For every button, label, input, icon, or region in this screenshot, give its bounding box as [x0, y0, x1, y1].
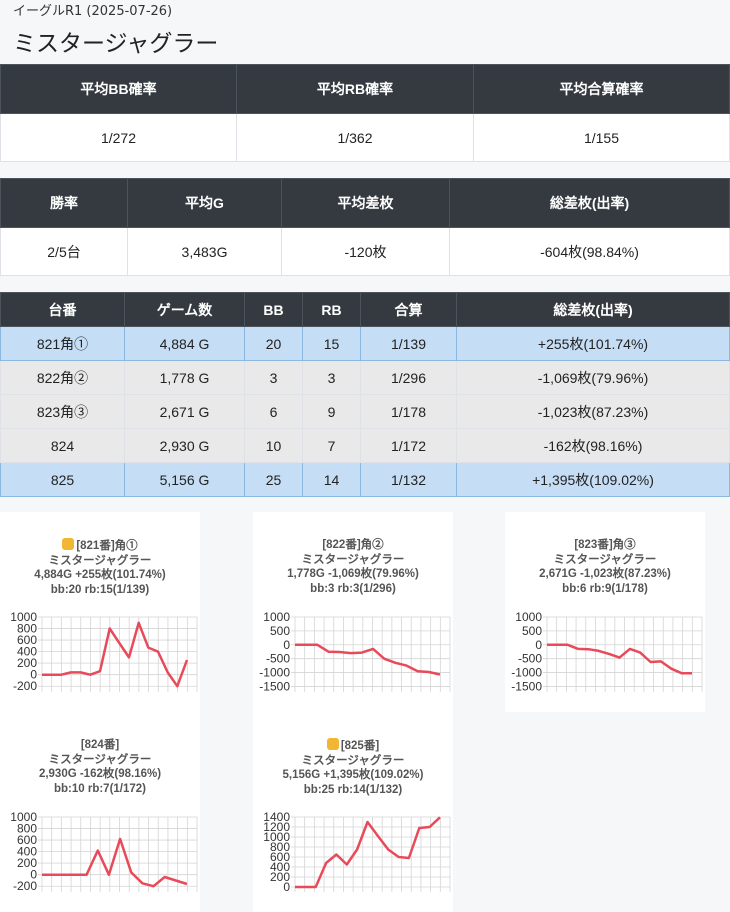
header-win-rate: 勝率	[0, 178, 128, 228]
machine-chart-card: [824番] ミスタージャグラー 2,930G -162枚(98.16%) bb:10…	[0, 712, 200, 912]
value-avg-total: 1/155	[473, 113, 730, 162]
cell-machine-no: 824	[0, 428, 125, 463]
cell-games: 4,884 G	[124, 326, 245, 361]
cell-rb: 7	[302, 428, 361, 463]
y-tick-label: 500	[270, 624, 290, 638]
profit-line-chart: 10005000-500-1000-1500	[259, 610, 451, 693]
y-tick-label: 500	[522, 624, 542, 638]
y-tick-label: -200	[13, 879, 37, 893]
profit-line-chart: 1400120010008006004002000	[263, 810, 451, 894]
cell-games: 1,778 G	[124, 360, 245, 395]
cell-games: 2,671 G	[124, 394, 245, 429]
table-row: 822角② 1,778 G 3 3 1/296 -1,069枚(79.96%)	[0, 360, 730, 395]
header-total-diff: 総差枚(出率)	[449, 178, 730, 228]
y-tick-label: 0	[535, 638, 542, 652]
col-total: 合算	[360, 292, 457, 327]
value-total-diff: -604枚(98.84%)	[449, 227, 730, 276]
series-line	[295, 816, 441, 889]
header-avg-bb: 平均BB確率	[0, 64, 237, 114]
table-row: 823角③ 2,671 G 6 9 1/178 -1,023枚(87.23%)	[0, 394, 730, 429]
cell-total-diff: +1,395枚(109.02%)	[456, 462, 730, 497]
y-tick-label: -1500	[259, 679, 290, 693]
cell-total: 1/178	[360, 394, 457, 429]
probability-summary-table: 平均BB確率 平均RB確率 平均合算確率 1/272 1/362 1/155	[0, 64, 730, 162]
profit-line-chart: 10008006004002000-200	[10, 810, 198, 893]
series-line	[295, 643, 441, 676]
page-title: ミスタージャグラー	[13, 31, 219, 57]
header-avg-diff: 平均差枚	[281, 178, 450, 228]
header-avg-games: 平均G	[127, 178, 282, 228]
header-avg-total: 平均合算確率	[473, 64, 730, 114]
cell-total: 1/132	[360, 462, 457, 497]
cell-bb: 20	[244, 326, 303, 361]
machine-chart-card: [823番]角③ ミスタージャグラー 2,671G -1,023枚(87.23%) b…	[505, 512, 705, 712]
profit-line-chart: 10005000-500-1000-1500	[511, 610, 703, 693]
cell-games: 5,156 G	[124, 462, 245, 497]
cell-bb: 6	[244, 394, 303, 429]
y-tick-label: 1000	[263, 610, 290, 624]
cell-bb: 3	[244, 360, 303, 395]
y-tick-label: -1000	[511, 666, 542, 680]
y-tick-label: 1000	[515, 610, 542, 624]
machine-chart-card: [825番] ミスタージャグラー 5,156G +1,395枚(109.02%) bb…	[253, 712, 453, 912]
y-tick-label: -500	[518, 652, 542, 666]
cell-rb: 14	[302, 462, 361, 497]
series-line	[42, 837, 188, 888]
value-win-rate: 2/5台	[0, 227, 128, 276]
table-row: 821角① 4,884 G 20 15 1/139 +255枚(101.74%)	[0, 326, 730, 361]
profit-line-chart: 10008006004002000-200	[10, 610, 198, 693]
cell-total-diff: -162枚(98.16%)	[456, 428, 730, 463]
cell-total: 1/139	[360, 326, 457, 361]
cell-total: 1/172	[360, 428, 457, 463]
value-avg-rb: 1/362	[236, 113, 474, 162]
col-machine-no: 台番	[0, 292, 125, 327]
y-tick-label: 0	[283, 638, 290, 652]
cell-machine-no: 822角②	[0, 360, 125, 395]
machine-chart-card: [822番]角② ミスタージャグラー 1,778G -1,069枚(79.96%) b…	[253, 512, 453, 712]
col-total-diff: 総差枚(出率)	[456, 292, 730, 327]
cell-machine-no: 823角③	[0, 394, 125, 429]
cell-total-diff: +255枚(101.74%)	[456, 326, 730, 361]
machine-table: 台番 ゲーム数 BB RB 合算 総差枚(出率) 821角① 4,884 G 20 1…	[0, 292, 730, 497]
cell-bb: 10	[244, 428, 303, 463]
table-row: 825 5,156 G 25 14 1/132 +1,395枚(109.02%)	[0, 462, 730, 497]
y-tick-label: -1000	[259, 666, 290, 680]
cell-rb: 3	[302, 360, 361, 395]
cell-total-diff: -1,069枚(79.96%)	[456, 360, 730, 395]
cell-rb: 9	[302, 394, 361, 429]
y-tick-label: -500	[266, 652, 290, 666]
cell-games: 2,930 G	[124, 428, 245, 463]
series-line	[42, 621, 189, 688]
col-games: ゲーム数	[124, 292, 245, 327]
cell-rb: 15	[302, 326, 361, 361]
y-tick-label: 0	[283, 880, 290, 894]
cell-machine-no: 821角①	[0, 326, 125, 361]
cell-bb: 25	[244, 462, 303, 497]
cell-total-diff: -1,023枚(87.23%)	[456, 394, 730, 429]
table-row: 824 2,930 G 10 7 1/172 -162枚(98.16%)	[0, 428, 730, 463]
results-summary-table: 勝率 平均G 平均差枚 総差枚(出率) 2/5台 3,483G -120枚 -6…	[0, 178, 730, 276]
col-rb: RB	[302, 292, 361, 327]
cell-machine-no: 825	[0, 462, 125, 497]
value-avg-bb: 1/272	[0, 113, 237, 162]
value-avg-games: 3,483G	[127, 227, 282, 276]
value-avg-diff: -120枚	[281, 227, 450, 276]
y-tick-label: -1500	[511, 679, 542, 693]
y-tick-label: -200	[13, 679, 37, 693]
col-bb: BB	[244, 292, 303, 327]
store-date-subtitle: イーグルR1 (2025-07-26)	[13, 4, 173, 19]
header-avg-rb: 平均RB確率	[236, 64, 474, 114]
cell-total: 1/296	[360, 360, 457, 395]
